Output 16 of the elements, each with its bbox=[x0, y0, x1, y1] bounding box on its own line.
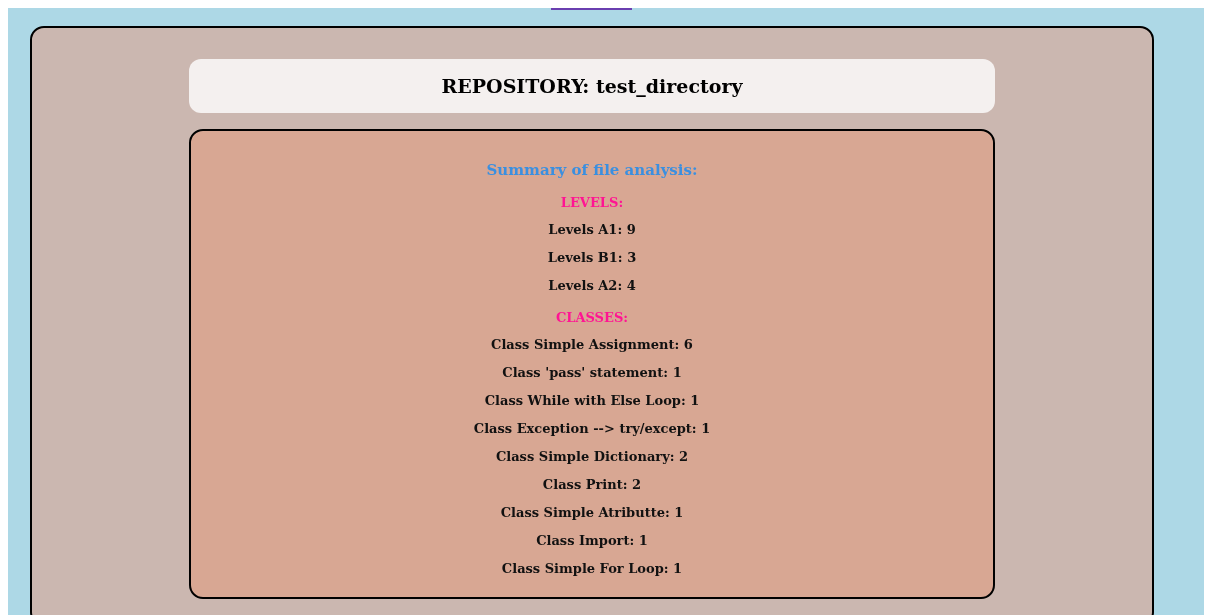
summary-item: Class Exception --> try/except: 1 bbox=[473, 421, 711, 437]
summary-item: Class Print: 2 bbox=[542, 477, 642, 493]
section-heading: CLASSES: bbox=[555, 310, 629, 325]
summary-item: Class Simple Dictionary: 2 bbox=[495, 449, 689, 465]
summary-item: Class Import: 1 bbox=[536, 533, 648, 549]
summary-heading: Summary of file analysis: bbox=[486, 161, 698, 179]
summary-item: Class Simple For Loop: 1 bbox=[501, 561, 683, 577]
section-heading: LEVELS: bbox=[560, 195, 624, 210]
summary-item: Levels A1: 9 bbox=[548, 222, 636, 238]
summary-item: Levels B1: 3 bbox=[547, 250, 637, 266]
summary-item: Class Simple Assignment: 6 bbox=[491, 337, 693, 353]
summary-item: Class Simple Atributte: 1 bbox=[500, 505, 684, 521]
summary-item: Class 'pass' statement: 1 bbox=[502, 365, 682, 381]
repository-title: REPOSITORY: test_directory bbox=[441, 75, 743, 97]
summary-item: Class While with Else Loop: 1 bbox=[484, 393, 700, 409]
summary-item: Levels A2: 4 bbox=[548, 278, 636, 294]
